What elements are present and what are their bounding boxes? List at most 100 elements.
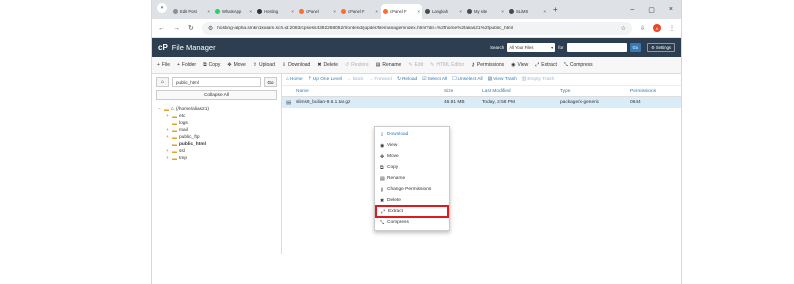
browser-tab-cpanel-f[interactable]: cPanel F × xyxy=(381,4,422,19)
toolbar-view-button[interactable]: ◉ View xyxy=(511,59,532,71)
context-menu-rename[interactable]: ▤ Rename xyxy=(375,173,449,184)
toolbar-compress-button[interactable]: ⤡ Compress xyxy=(564,59,597,71)
tree-item-etc[interactable]: + ▬ etc xyxy=(158,113,275,120)
close-icon[interactable]: × xyxy=(459,9,462,14)
bookmark-star-icon[interactable]: ☆ xyxy=(621,25,626,32)
context-menu-delete[interactable]: ✖ Delete xyxy=(375,195,449,206)
context-menu-move[interactable]: ✥ Move xyxy=(375,151,449,162)
home-button[interactable]: ⌂ Home xyxy=(286,77,305,82)
table-row[interactable]: ▤ slims9_bulian-9.6.1.tar.gz 46.81 MB To… xyxy=(282,97,681,108)
toolbar-file-button[interactable]: + File xyxy=(157,59,174,71)
browser-tab-my-site[interactable]: My site × xyxy=(465,4,506,19)
tree-toggle[interactable]: − xyxy=(158,107,162,112)
search-label: Search xyxy=(489,45,505,50)
context-menu-extract[interactable]: ⤢ Extract xyxy=(375,205,449,218)
column-last-modified[interactable]: Last Modified xyxy=(482,89,560,94)
close-icon[interactable]: × xyxy=(501,9,504,14)
browser-tab-hosting[interactable]: Hosting × xyxy=(255,4,296,19)
close-window-button[interactable]: × xyxy=(669,6,673,14)
column-name[interactable]: Name xyxy=(286,89,444,94)
back-button[interactable]: ← Back xyxy=(347,77,365,82)
profile-avatar[interactable]: A xyxy=(653,24,661,32)
home-icon[interactable]: ⌂ xyxy=(156,77,169,87)
file-icon: + xyxy=(157,62,160,68)
browser-tab-cpanel[interactable]: cPanel × xyxy=(297,4,338,19)
tab-search-icon[interactable]: ▾ xyxy=(157,3,167,13)
unselect-all-button[interactable]: ☐ Unselect All xyxy=(452,77,484,82)
tree-item-public-ftp[interactable]: + ▬ public_ftp xyxy=(158,134,275,141)
download-icon[interactable]: ⇩ xyxy=(640,25,645,32)
tree-item-logs[interactable]: ▬ logs xyxy=(158,120,275,127)
close-icon[interactable]: × xyxy=(417,9,420,14)
tree-toggle[interactable]: + xyxy=(166,114,170,119)
column-type[interactable]: Type xyxy=(560,89,630,94)
toolbar-upload-button[interactable]: ⇧ Upload xyxy=(253,59,279,71)
collapse-all-button[interactable]: Collapse All xyxy=(156,90,277,100)
settings-button[interactable]: ⚙ Settings xyxy=(647,43,675,52)
context-menu-view[interactable]: ◉ View xyxy=(375,140,449,151)
browser-tab-langkah[interactable]: Langkah × xyxy=(423,4,464,19)
url-field[interactable]: ⚙ hosting-alpha.smkn1kalam.sch.id:2083/c… xyxy=(201,21,632,35)
tree-toggle[interactable]: + xyxy=(166,156,170,161)
tree-toggle[interactable]: + xyxy=(166,135,170,140)
toolbar-extract-button[interactable]: ⤢ Extract xyxy=(535,59,561,71)
browser-tab-edit-post[interactable]: Edit Post × xyxy=(171,4,212,19)
for-label: for xyxy=(558,45,564,50)
search-go-button[interactable]: Go xyxy=(629,43,642,52)
toolbar-edit-button[interactable]: ✎ Edit xyxy=(408,59,427,71)
toolbar-permissions-button[interactable]: ⚷ Permissions xyxy=(471,59,508,71)
toolbar-download-button[interactable]: ⇩ Download xyxy=(282,59,314,71)
close-icon[interactable]: × xyxy=(291,9,294,14)
browser-menu-icon[interactable]: ⋮ xyxy=(669,25,675,32)
search-scope-select[interactable]: All Your Files ▾ xyxy=(507,43,556,52)
url-text[interactable]: hosting-alpha.smkn1kalam.sch.id:2083/cps… xyxy=(217,26,616,31)
tree-item-home-alias21[interactable]: − ▬ ⌂ (/home/alias21) xyxy=(158,106,275,113)
context-menu-compress[interactable]: ⤡ Compress xyxy=(375,217,449,228)
reload-icon[interactable]: ↻ xyxy=(188,24,194,32)
new-tab-button[interactable]: + xyxy=(553,5,558,14)
tree-item-tmp[interactable]: + ▬ tmp xyxy=(158,155,275,162)
context-menu-copy[interactable]: ⧉ Copy xyxy=(375,162,449,173)
column-permissions[interactable]: Permissions xyxy=(630,89,660,94)
column-size[interactable]: Size xyxy=(444,89,482,94)
forward-arrow-icon[interactable]: → xyxy=(173,25,180,32)
close-icon[interactable]: × xyxy=(543,9,546,14)
path-input[interactable]: public_html xyxy=(172,77,261,87)
site-info-icon[interactable]: ⚙ xyxy=(208,25,213,32)
search-input[interactable] xyxy=(566,43,627,52)
browser-tab-cpanel-f[interactable]: cPanel F × xyxy=(339,4,380,19)
context-menu-download[interactable]: ⇩ Download xyxy=(375,129,449,140)
context-menu-change-permissions[interactable]: ⚷ Change Permissions xyxy=(375,184,449,195)
file-permissions: 0644 xyxy=(630,100,641,105)
close-icon[interactable]: × xyxy=(207,9,210,14)
toolbar-move-button[interactable]: ✥ Move xyxy=(227,59,249,71)
close-icon[interactable]: × xyxy=(375,9,378,14)
close-icon[interactable]: × xyxy=(249,9,252,14)
reload-button[interactable]: ↻ Reload xyxy=(397,77,419,82)
tree-item-ssl[interactable]: + ▬ ssl xyxy=(158,148,275,155)
forward-button[interactable]: → Forward xyxy=(369,77,394,82)
toolbar-copy-button[interactable]: ⧉ Copy xyxy=(203,59,224,71)
tree-item-mail[interactable]: + ▬ mail xyxy=(158,127,275,134)
select-all-button[interactable]: ☑ Select All xyxy=(422,77,449,82)
toolbar-html-editor-button[interactable]: ✎ HTML Editor xyxy=(430,59,468,71)
toolbar-folder-button[interactable]: + Folder xyxy=(177,59,200,71)
tree-label: mail xyxy=(179,128,188,133)
toolbar-rename-button[interactable]: ▤ Rename xyxy=(376,59,406,71)
up-one-level-button[interactable]: ⇡ Up One Level xyxy=(308,77,344,82)
path-go-button[interactable]: Go xyxy=(264,77,277,87)
toolbar-restore-button[interactable]: ↺ Restore xyxy=(345,59,373,71)
tree-toggle[interactable]: + xyxy=(166,149,170,154)
maximize-button[interactable]: ▢ xyxy=(648,6,655,14)
back-arrow-icon[interactable]: ← xyxy=(158,25,165,32)
view-trash-button[interactable]: ▤ View Trash xyxy=(488,77,519,82)
browser-tab-slims[interactable]: SLiMS × xyxy=(507,4,548,19)
minimize-button[interactable]: – xyxy=(630,6,634,14)
browser-tab-whatsapp[interactable]: WhatsApp × xyxy=(213,4,254,19)
empty-trash-button[interactable]: ▥ Empty Trash xyxy=(522,77,556,82)
toolbar-delete-button[interactable]: ✖ Delete xyxy=(317,59,342,71)
tree-item-public-html[interactable]: ▬ public_html xyxy=(158,141,275,148)
close-icon[interactable]: × xyxy=(333,9,336,14)
delete-icon: ✖ xyxy=(380,197,385,204)
tree-toggle[interactable]: + xyxy=(166,128,170,133)
